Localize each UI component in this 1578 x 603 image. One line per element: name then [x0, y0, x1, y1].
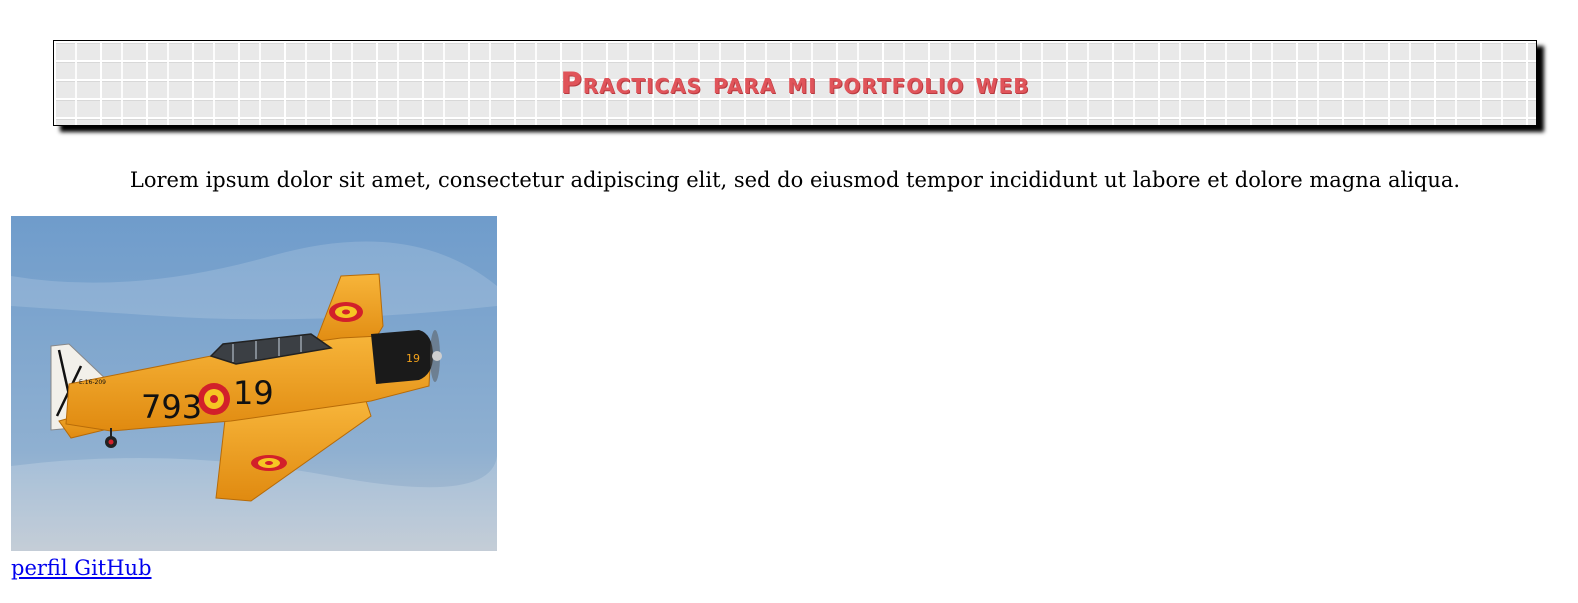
airplane-photo: 793 19 19 E.16-209 [11, 216, 497, 551]
nose-number: 19 [406, 352, 420, 365]
page: Practicas para mi portfolio web Lorem ip… [0, 0, 1578, 603]
page-title: Practicas para mi portfolio web [560, 66, 1030, 100]
tail-code: E.16-209 [79, 379, 106, 386]
github-profile-link[interactable]: perfil GitHub [11, 556, 152, 580]
header-banner: Practicas para mi portfolio web [53, 40, 1537, 126]
plane-number: 793 [141, 388, 202, 426]
plane-number-suffix: 19 [233, 374, 274, 412]
intro-paragraph: Lorem ipsum dolor sit amet, consectetur … [129, 168, 1461, 192]
